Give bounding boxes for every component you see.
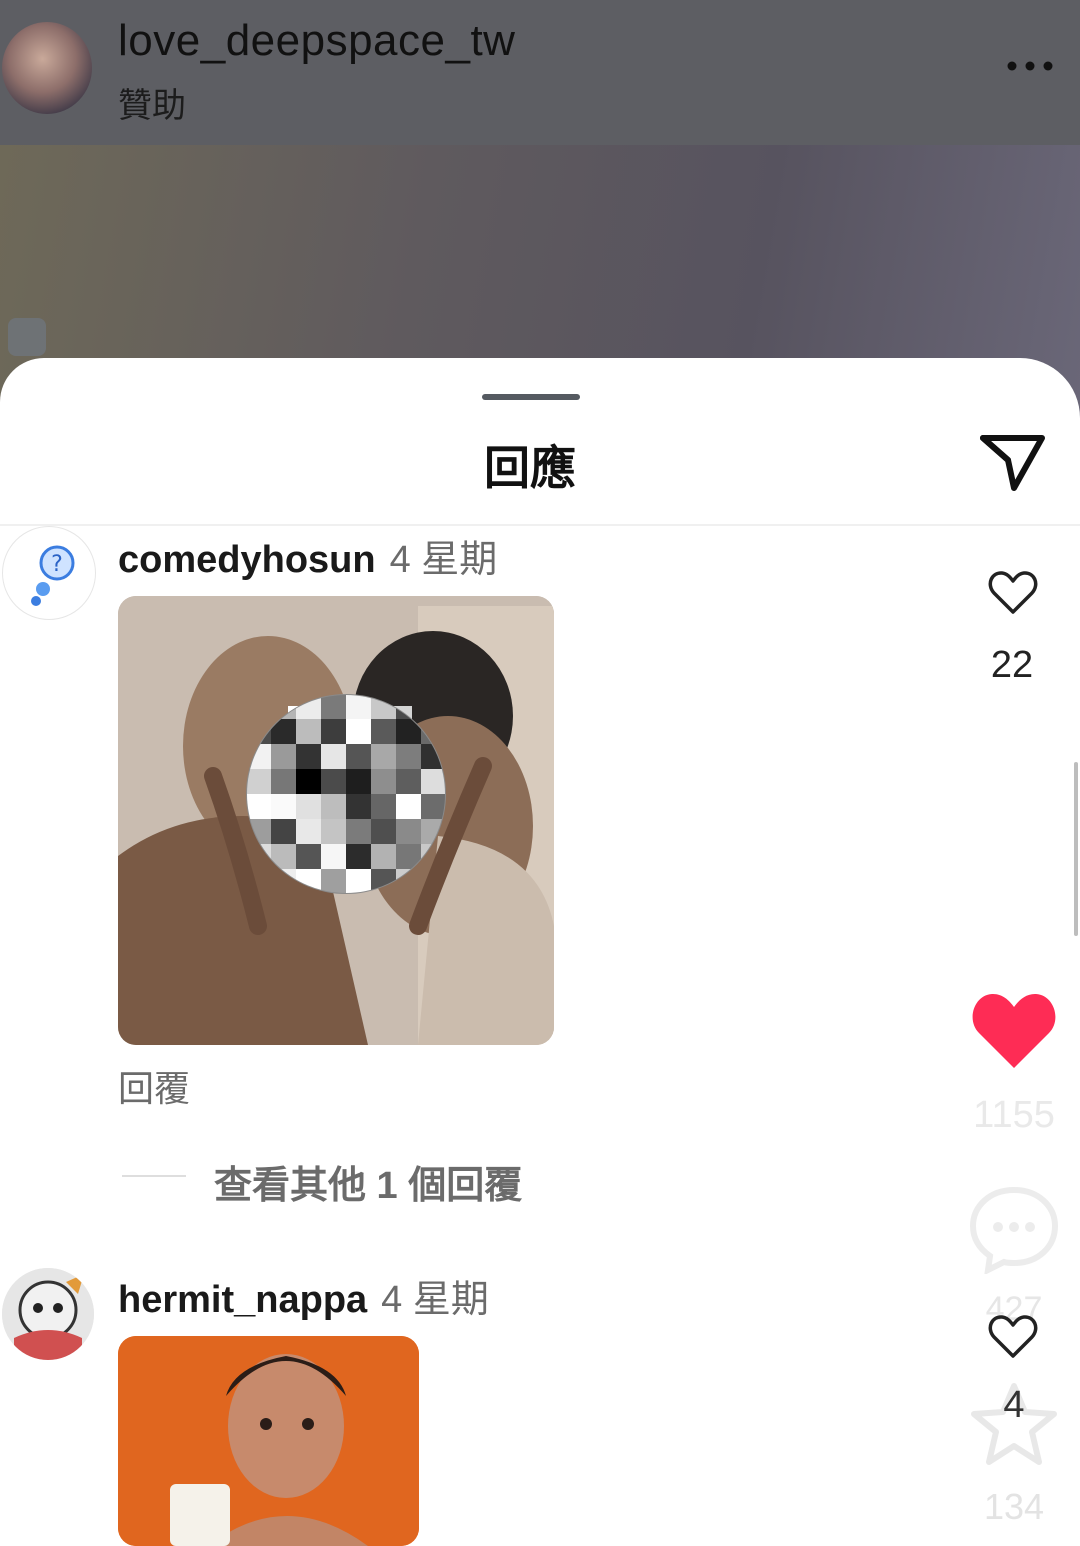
heart-icon[interactable] (970, 990, 1058, 1070)
sheet-header-divider (0, 524, 1080, 526)
sponsored-label: 贊助 (118, 87, 186, 125)
comment-header: comedyhosun 4 星期 (118, 528, 497, 583)
poster-avatar[interactable] (2, 22, 92, 114)
post-save-count: 134 (983, 1486, 1045, 1527)
svg-text:?: ? (51, 552, 63, 577)
post-like-count: 1155 (973, 1094, 1055, 1136)
comment-avatar[interactable] (2, 1268, 94, 1360)
comment-like-count: 22 (990, 644, 1034, 686)
comment-time: 4 星期 (381, 1279, 489, 1321)
replies-indicator-line (122, 1175, 186, 1177)
comment-header: hermit_nappa 4 星期 (118, 1268, 489, 1323)
sheet-drag-handle[interactable] (482, 394, 580, 400)
comment-username[interactable]: hermit_nappa (118, 1279, 367, 1321)
cartoon-avatar-icon (2, 1268, 94, 1360)
comment-like-count: 4 (1003, 1384, 1025, 1426)
comment-bubble-icon[interactable] (968, 1184, 1060, 1274)
view-more-replies-button[interactable]: 查看其他 1 個回覆 (214, 1154, 522, 1209)
background-blur-element (8, 318, 46, 356)
comment-username[interactable]: comedyhosun (118, 539, 376, 581)
comment-image[interactable] (118, 596, 554, 1045)
reply-button[interactable]: 回覆 (118, 1060, 190, 1112)
comment-like-icon[interactable] (988, 570, 1038, 616)
comment-avatar[interactable]: ? (2, 526, 96, 620)
scrollbar[interactable] (1074, 762, 1078, 936)
poster-username[interactable]: love_deepspace_tw (118, 16, 515, 66)
comment-image[interactable] (118, 1336, 419, 1546)
more-options-icon[interactable] (1006, 52, 1054, 76)
sheet-title: 回應 (484, 442, 576, 494)
share-icon[interactable] (978, 430, 1048, 494)
question-figure-icon: ? (31, 545, 75, 606)
comment-like-icon[interactable] (988, 1314, 1038, 1360)
comment-time: 4 星期 (389, 539, 498, 581)
